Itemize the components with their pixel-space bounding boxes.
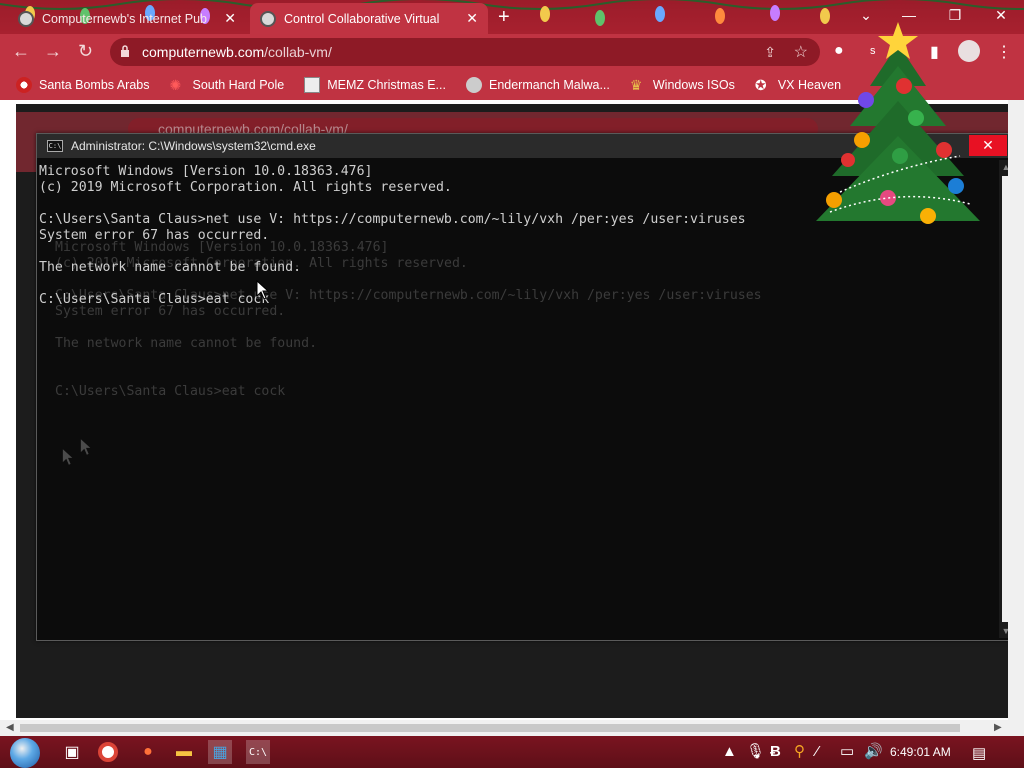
pole-icon: ✺ bbox=[169, 77, 182, 93]
close-tab-icon[interactable]: ✕ bbox=[466, 10, 478, 27]
bookmark-south-hard-pole[interactable]: ✺ South Hard Pole bbox=[169, 77, 284, 93]
lock-icon bbox=[121, 45, 129, 57]
chrome-icon[interactable] bbox=[98, 742, 118, 762]
network-icon[interactable]: ▭ bbox=[840, 744, 854, 760]
tray-overflow-icon[interactable]: ▲ bbox=[722, 744, 737, 760]
christmas-tree-decoration bbox=[816, 22, 980, 224]
tab-title: Computernewb's Internet Pub bbox=[42, 11, 207, 26]
back-button[interactable]: ← bbox=[12, 42, 30, 60]
bookmark-santa-bombs-arabs[interactable]: Santa Bombs Arabs bbox=[16, 77, 149, 93]
search-icon[interactable]: ⚲ bbox=[794, 744, 805, 760]
mouse-cursor-icon bbox=[256, 280, 270, 300]
clock[interactable]: 6:49:01 AM bbox=[890, 745, 951, 759]
share-icon[interactable]: ⇪ bbox=[764, 44, 776, 61]
tab-title: Control Collaborative Virtual bbox=[284, 11, 440, 26]
scroll-left-icon[interactable]: ◀ bbox=[6, 722, 14, 733]
bookmark-memz-christmas[interactable]: MEMZ Christmas E... bbox=[304, 77, 446, 93]
ghost-cursor-icon bbox=[62, 449, 73, 465]
bookmark-label: Endermanch Malwa... bbox=[488, 78, 610, 92]
endermanch-icon bbox=[465, 77, 482, 93]
forward-button[interactable]: → bbox=[44, 42, 62, 60]
cmd-icon: C:\ bbox=[47, 140, 63, 152]
ghost-cursor-icon bbox=[80, 439, 91, 455]
cmd-title: Administrator: C:\Windows\system32\cmd.e… bbox=[71, 139, 316, 153]
menu-kebab-icon[interactable]: ⋮ bbox=[996, 42, 1012, 62]
bookmark-endermanch-malware[interactable]: Endermanch Malwa... bbox=[465, 77, 610, 93]
firefox-icon[interactable]: ● bbox=[136, 740, 160, 764]
memz-icon bbox=[304, 77, 321, 93]
scroll-track[interactable] bbox=[20, 724, 960, 732]
console-output[interactable]: Microsoft Windows [Version 10.0.18363.47… bbox=[39, 164, 999, 638]
pen-icon[interactable]: ⁄ bbox=[816, 744, 819, 760]
desktop: Computernewb's Internet Pub ✕ Control Co… bbox=[0, 0, 1024, 768]
bookmark-star-icon[interactable]: ☆ bbox=[794, 42, 808, 62]
bookmark-label: Windows ISOs bbox=[652, 78, 735, 92]
bookmark-windows-isos[interactable]: ♛ Windows ISOs bbox=[630, 77, 735, 93]
address-bar[interactable]: computernewb.com/collab-vm/ ⇪ ☆ bbox=[110, 38, 820, 66]
bookmark-label: Santa Bombs Arabs bbox=[39, 78, 150, 92]
reload-button[interactable]: ↻ bbox=[78, 42, 93, 60]
page-vertical-scrollbar[interactable] bbox=[1008, 100, 1024, 720]
microphone-icon[interactable]: 🎙 bbox=[746, 744, 765, 760]
tab-computernewb-pub[interactable]: Computernewb's Internet Pub ✕ bbox=[8, 3, 246, 34]
windows-iso-icon: ♛ bbox=[629, 77, 643, 93]
computernewb-favicon-icon bbox=[260, 10, 276, 27]
vx-heaven-icon: ✪ bbox=[754, 77, 767, 93]
start-button[interactable] bbox=[10, 738, 40, 768]
notifications-icon[interactable]: ▤ bbox=[972, 744, 986, 762]
url-host: computernewb.com bbox=[142, 44, 265, 60]
new-tab-button[interactable]: + bbox=[498, 7, 510, 27]
tab-collab-vm[interactable]: Control Collaborative Virtual ✕ bbox=[250, 3, 488, 34]
bookmark-label: MEMZ Christmas E... bbox=[327, 78, 446, 92]
url-text: computernewb.com/collab-vm/ bbox=[142, 44, 332, 60]
computernewb-favicon-icon bbox=[18, 10, 34, 27]
santa-icon bbox=[16, 77, 32, 93]
volume-icon[interactable]: 🔊 bbox=[864, 744, 883, 760]
scroll-right-icon[interactable]: ▶ bbox=[994, 722, 1002, 733]
page-horizontal-scrollbar[interactable]: ◀ ▶ bbox=[0, 720, 1024, 736]
task-view-icon[interactable]: ▣ bbox=[60, 740, 84, 764]
console-line: C:\Users\Santa Claus>eat cock bbox=[39, 292, 270, 307]
console-line: The network name cannot be found. bbox=[39, 260, 302, 275]
close-tab-icon[interactable]: ✕ bbox=[224, 10, 236, 27]
cmd-icon[interactable]: C:\ bbox=[246, 740, 270, 764]
bookmark-label: South Hard Pole bbox=[192, 78, 285, 92]
explorer-icon[interactable]: ▬ bbox=[172, 740, 196, 764]
url-path: /collab-vm/ bbox=[264, 44, 332, 60]
store-icon[interactable]: ▦ bbox=[208, 740, 232, 764]
tb-app-icon[interactable]: Ƀ bbox=[770, 744, 781, 760]
